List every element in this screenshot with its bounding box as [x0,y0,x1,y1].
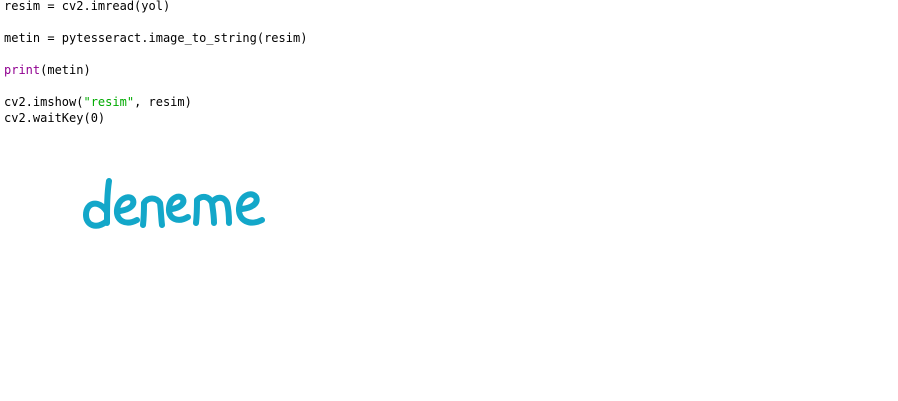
code-block[interactable]: resim = cv2.imread(yol) metin = pytessera… [4,0,307,126]
imshow-call-suffix: , resim) [134,95,192,109]
code-line-1: resim = cv2.imread(yol) [4,0,171,13]
handwritten-text-deneme [83,178,265,229]
imshow-call-prefix: cv2.imshow( [4,95,84,109]
code-line-3: metin = pytesseract.image_to_string(resi… [4,31,308,45]
code-line-5: print(metin) [4,62,307,78]
window-name-string: "resim" [83,95,135,109]
print-arguments: (metin) [40,63,91,77]
code-line-8: cv2.waitKey(0) [4,111,106,125]
code-editor[interactable]: resim = cv2.imread(yol) metin = pytessera… [0,0,898,401]
print-keyword: print [4,63,41,77]
code-line-7: cv2.imshow("resim", resim) [4,94,307,110]
